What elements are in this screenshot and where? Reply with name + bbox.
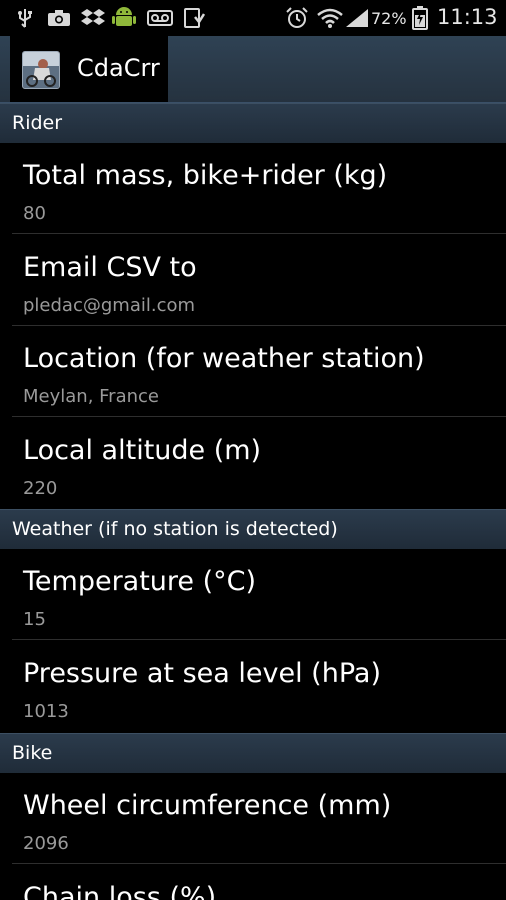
pref-temperature[interactable]: Temperature (°C) 15 <box>0 549 506 640</box>
pref-email-csv[interactable]: Email CSV to pledac@gmail.com <box>0 235 506 326</box>
section-header-bike: Bike <box>0 733 506 774</box>
pref-wheel-circumference[interactable]: Wheel circumference (mm) 2096 <box>0 773 506 864</box>
app-icon <box>22 51 60 89</box>
section-header-label: Weather (if no station is detected) <box>12 518 338 540</box>
section-header-label: Rider <box>12 112 63 134</box>
pref-summary: 220 <box>23 478 58 499</box>
divider <box>12 416 506 417</box>
pref-chain-loss[interactable]: Chain loss (%) <box>0 865 506 900</box>
download-icon <box>182 8 206 28</box>
wifi-icon <box>316 8 344 28</box>
pref-summary: 80 <box>23 203 46 224</box>
section-header-weather: Weather (if no station is detected) <box>0 509 506 550</box>
voicemail-icon <box>146 8 174 28</box>
android-icon <box>110 4 138 30</box>
pref-title: Email CSV to <box>23 252 197 283</box>
signal-icon <box>344 8 370 28</box>
section-header-rider: Rider <box>0 103 506 144</box>
status-bar: 72% 11:13 <box>0 0 506 36</box>
app-home-button[interactable]: CdaCrr <box>10 36 168 102</box>
pref-location[interactable]: Location (for weather station) Meylan, F… <box>0 326 506 417</box>
divider <box>12 639 506 640</box>
divider <box>12 233 506 234</box>
divider <box>12 863 506 864</box>
clock: 11:13 <box>437 5 498 29</box>
alarm-icon <box>284 7 310 28</box>
pref-summary: 1013 <box>23 701 69 722</box>
dropbox-icon <box>80 8 106 28</box>
camera-icon <box>46 8 72 28</box>
pref-summary: Meylan, France <box>23 386 159 407</box>
pref-title: Chain loss (%) <box>23 882 217 900</box>
pref-title: Local altitude (m) <box>23 435 262 466</box>
pref-total-mass[interactable]: Total mass, bike+rider (kg) 80 <box>0 143 506 234</box>
battery-icon <box>410 6 430 30</box>
section-header-label: Bike <box>12 742 53 764</box>
action-bar: CdaCrr <box>0 36 506 104</box>
pref-summary: 2096 <box>23 833 69 854</box>
pref-title: Total mass, bike+rider (kg) <box>23 160 388 191</box>
pref-title: Wheel circumference (mm) <box>23 790 392 821</box>
pref-summary: 15 <box>23 609 46 630</box>
pref-pressure[interactable]: Pressure at sea level (hPa) 1013 <box>0 641 506 732</box>
pref-title: Location (for weather station) <box>23 343 425 374</box>
pref-local-altitude[interactable]: Local altitude (m) 220 <box>0 418 506 509</box>
pref-title: Temperature (°C) <box>23 566 257 597</box>
usb-icon <box>14 8 36 28</box>
pref-title: Pressure at sea level (hPa) <box>23 658 381 689</box>
app-title: CdaCrr <box>77 54 160 82</box>
battery-percent: 72% <box>371 9 407 28</box>
pref-summary: pledac@gmail.com <box>23 295 196 316</box>
